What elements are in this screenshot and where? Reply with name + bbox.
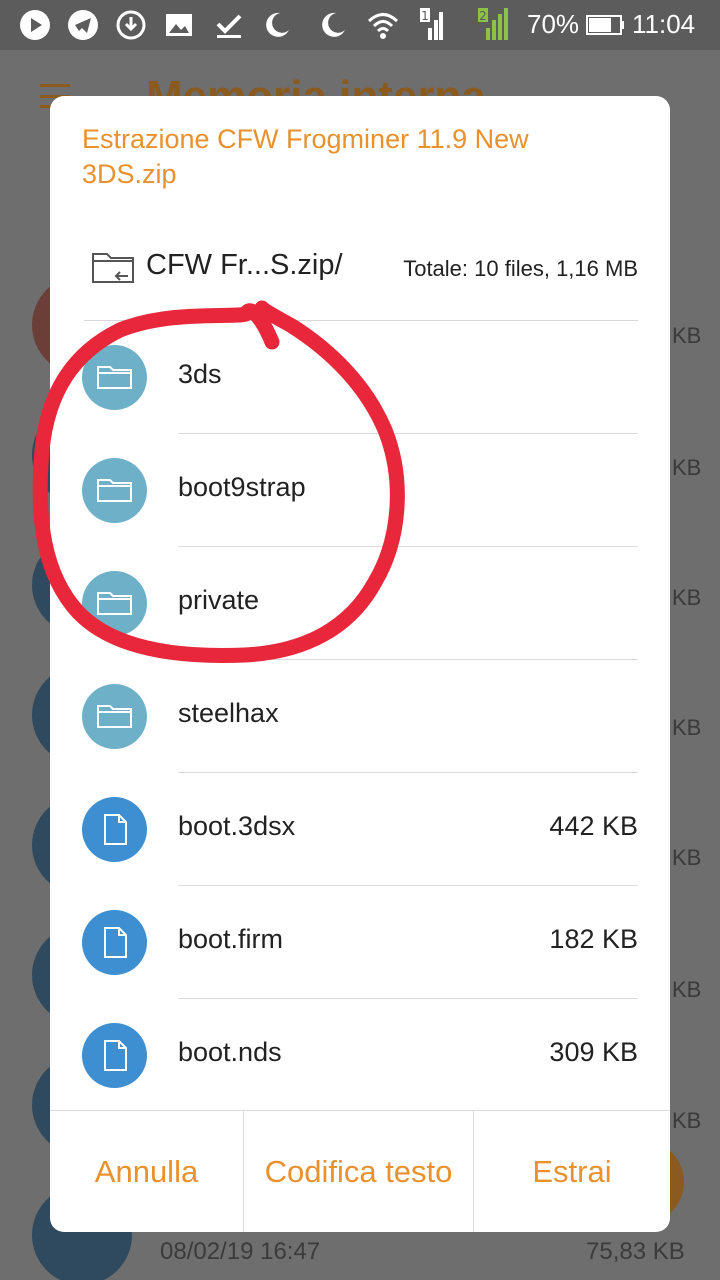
list-item[interactable]: private [50,547,670,660]
check-icon [212,8,246,42]
moon-icon [316,8,350,42]
background-item-size: KB [672,1108,702,1133]
play-icon [18,8,52,42]
file-icon [82,797,147,862]
item-name: boot9strap [178,472,306,502]
item-size: 442 KB [549,811,638,841]
battery-icon [586,8,626,42]
item-size: 182 KB [549,924,638,954]
svg-text:2: 2 [479,9,487,23]
background-item-size: KB [672,845,702,870]
telegram-icon [66,8,100,42]
list-item[interactable]: steelhax [50,660,670,773]
item-name: boot.nds [178,1037,282,1067]
wifi-icon [366,8,400,42]
background-item-size: KB [672,715,702,740]
dialog-button-bar: Annulla Codifica testo Estrai [50,1110,670,1232]
item-name: boot.3dsx [178,811,296,841]
extract-button[interactable]: Estrai [474,1111,670,1232]
signal-sim2-icon: 2 [476,8,510,42]
download-icon [114,8,148,42]
background-item-size: KB [672,323,702,348]
list-item[interactable]: 3ds [50,321,670,434]
signal-sim1-icon: 1 [410,8,444,42]
folder-icon [82,345,147,410]
item-name: 3ds [178,359,222,389]
extract-dialog: Estrazione CFW Frogminer 11.9 New 3DS.zi… [50,96,670,1232]
battery-percent: 70% [527,9,580,39]
cancel-button[interactable]: Annulla [50,1111,244,1232]
folder-icon [82,684,147,749]
archive-total: Totale: 10 files, 1,16 MB [403,256,638,281]
list-item[interactable]: boot.firm 182 KB [50,886,670,999]
item-name: private [178,585,260,615]
archive-file-list: 3ds boot9strap private steelhax boot.3ds… [50,321,670,1112]
background-item-size: 75,83 KB [586,1238,685,1265]
archive-path[interactable]: CFW Fr...S.zip/ [146,249,343,282]
background-item-size: KB [672,455,702,480]
item-size: 309 KB [549,1037,638,1067]
status-bar: 1 2 70% 11:04 [0,0,720,50]
file-icon [82,1023,147,1088]
background-item-size: KB [672,585,702,610]
item-name: boot.firm [178,924,284,954]
moon-icon [260,8,294,42]
background-item-size: KB [672,977,702,1002]
archive-path-row: CFW Fr...S.zip/ Totale: 10 files, 1,16 M… [90,246,638,292]
file-icon [82,910,147,975]
folder-icon [82,458,147,523]
list-item[interactable]: boot.3dsx 442 KB [50,773,670,886]
image-icon [162,8,196,42]
list-item[interactable]: boot9strap [50,434,670,547]
folder-back-icon[interactable] [90,246,138,290]
folder-icon [82,571,147,636]
svg-text:1: 1 [421,9,429,23]
list-item[interactable]: boot.nds 309 KB [50,999,670,1112]
background-item-date: 08/02/19 16:47 [160,1238,321,1265]
dialog-title: Estrazione CFW Frogminer 11.9 New 3DS.zi… [82,124,529,189]
item-name: steelhax [178,698,279,728]
clock: 11:04 [632,9,696,39]
encode-text-button[interactable]: Codifica testo [244,1111,474,1232]
